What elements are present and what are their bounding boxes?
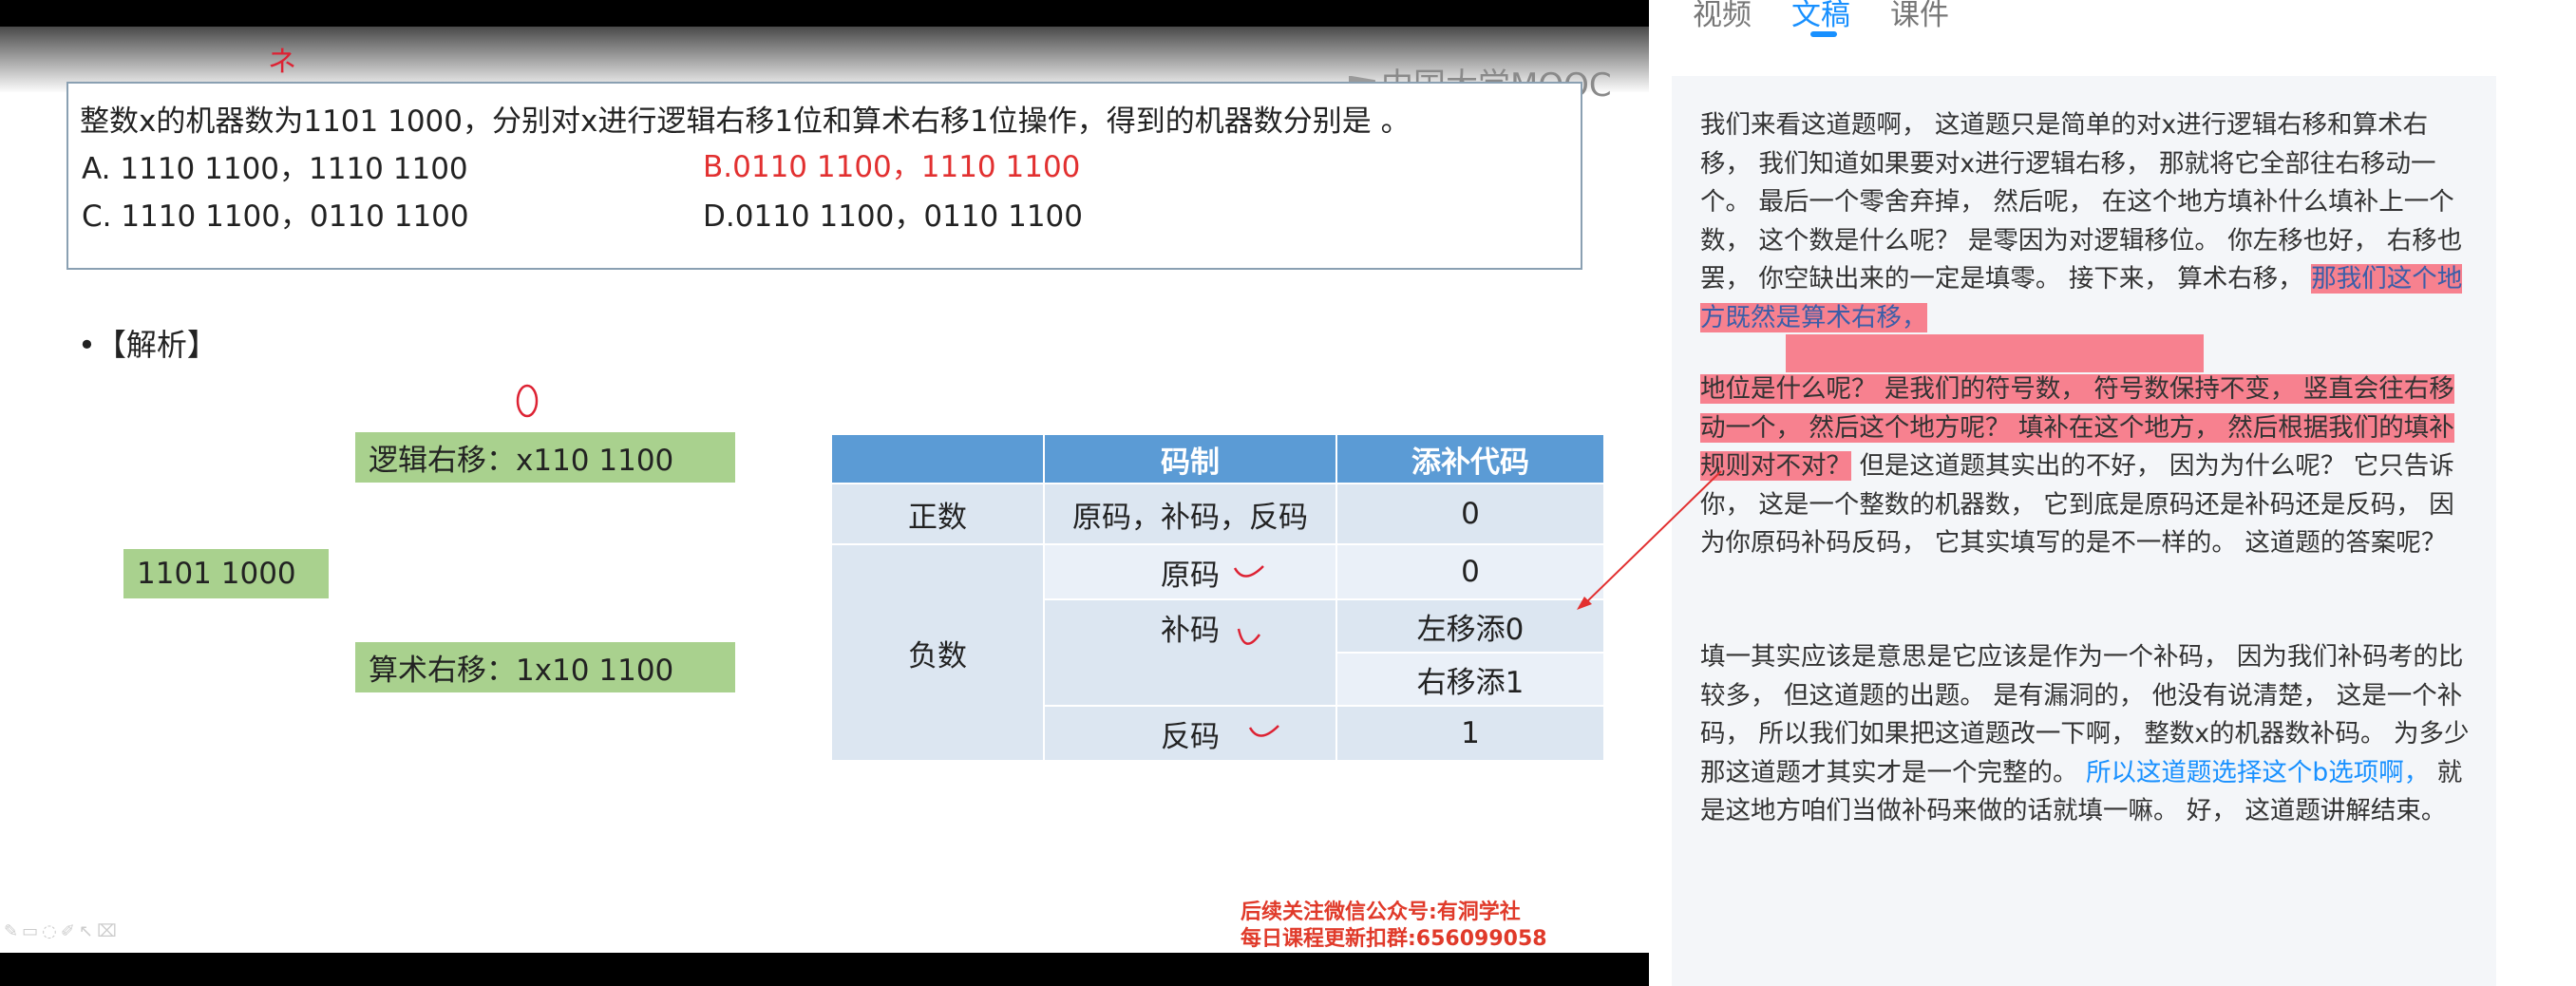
neg-fill-left: 左移添0 [1335,598,1605,654]
video-bottom-bar [0,953,1649,986]
transcript-paragraph-1[interactable]: 我们来看这道题啊， 这道题只是简单的对x进行逻辑右移和算术右移， 我们知道如果要… [1700,106,2470,337]
neg-fill-original: 0 [1335,543,1605,600]
clear-icon[interactable]: ⌧ [97,921,121,941]
video-player[interactable]: 中国大学MOOC ネ 整数x的机器数为1101 1000，分别对x进行逻辑右移1… [0,0,1649,986]
question-text: 整数x的机器数为1101 1000，分别对x进行逻辑右移1位和算术右移1位操作，… [80,104,1411,139]
active-tab-indicator [1810,31,1837,37]
fill-code-table: 码制 添补代码 正数 原码，补码，反码 0 负数 原码 0 补码 左移添0 右移… [830,433,1605,762]
promo-line-2: 每日课程更新扣群:656099058 [1241,927,1547,951]
table-header-code: 码制 [1043,433,1337,484]
transcript-paragraph-2[interactable]: 地位是什么呢？ 是我们的符号数， 符号数保持不变， 竖直会往右移动一个， 然后这… [1700,370,2470,563]
pen-icon[interactable]: ✎ [4,921,22,941]
neg-code-complement: 补码 [1043,598,1337,707]
negative-label: 负数 [830,543,1045,762]
positive-label: 正数 [830,483,1045,545]
positive-codes: 原码，补码，反码 [1043,483,1337,545]
tab-slides[interactable]: 课件 [1890,0,1949,33]
shape-icon[interactable]: ◌ [42,921,61,941]
logic-shift-box: 逻辑右移：x110 1100 [355,432,735,483]
analysis-label: •【解析】 [78,327,218,363]
table-row: 负数 原码 0 [830,543,1605,762]
eraser-icon[interactable]: ▭ [22,921,42,941]
red-check-mark [1248,725,1279,737]
linked-segment[interactable]: 所以这道题选择这个b选项啊， [2086,758,2429,787]
drawing-toolbar[interactable]: ✎▭◌✐↖⌧ [4,921,121,941]
red-scribble-mark: ネ [268,46,296,79]
tab-video[interactable]: 视频 [1693,0,1752,33]
table-header-fill: 添补代码 [1335,433,1605,484]
option-c: C. 1110 1100，0110 1100 [82,199,469,234]
option-d: D.0110 1100，0110 1100 [703,199,1084,234]
option-a: A. 1110 1100，1110 1100 [82,152,468,186]
pointer-icon[interactable]: ↖ [79,921,97,941]
video-top-bar [0,0,1649,27]
tab-transcript[interactable]: 文稿 [1791,0,1850,33]
question-box: 整数x的机器数为1101 1000，分别对x进行逻辑右移1位和算术右移1位操作，… [66,82,1582,270]
positive-fill: 0 [1335,483,1605,545]
pencil-icon[interactable]: ✐ [61,921,79,941]
neg-fill-ones: 1 [1335,705,1605,762]
red-check-mark [1237,628,1261,645]
table-row: 正数 原码，补码，反码 0 [830,483,1605,545]
highlight-band [1786,334,2204,372]
table-header-row: 码制 添补代码 [830,433,1605,484]
option-b: B.0110 1100，1110 1100 [703,150,1081,184]
red-check-mark [1233,565,1264,578]
transcript-paragraph-3[interactable]: 填一其实应该是意思是它应该是作为一个补码， 因为我们补码考的比较多， 但这道题的… [1700,638,2470,831]
neg-fill-right: 右移添1 [1335,652,1605,707]
table-header-empty [830,433,1045,484]
arith-shift-box: 算术右移：1x10 1100 [355,642,735,692]
red-zero-annotation [516,384,539,418]
source-number-box: 1101 1000 [123,549,329,598]
neg-code-ones: 反码 [1043,705,1337,762]
neg-code-original: 原码 [1043,543,1337,600]
